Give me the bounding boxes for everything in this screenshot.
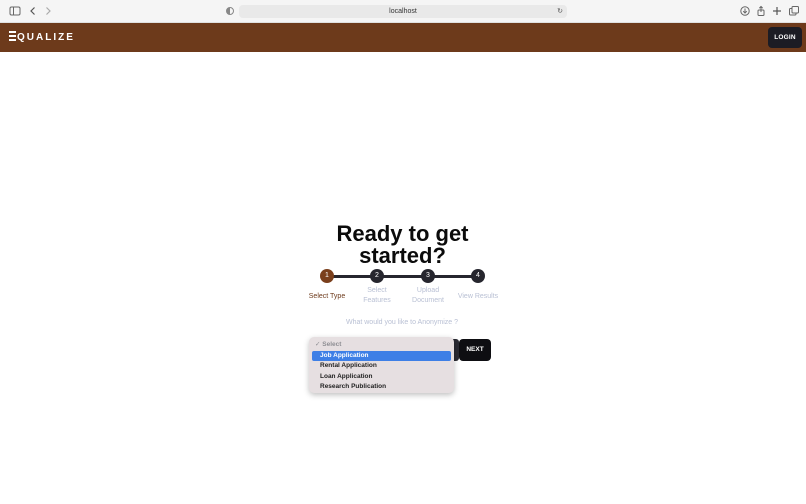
app-logo[interactable]: QUALIZE (9, 31, 75, 43)
dropdown-option-rental-application[interactable]: Rental Application (312, 361, 451, 372)
dropdown-option-research-publication[interactable]: Research Publication (312, 382, 451, 393)
url-text: localhost (389, 8, 417, 15)
login-button[interactable]: LOGIN (768, 27, 802, 48)
reload-icon[interactable]: ↻ (557, 5, 563, 18)
step-1-label: Select Type (308, 293, 346, 300)
dropdown-option-loan-application[interactable]: Loan Application (312, 372, 451, 383)
back-icon[interactable] (27, 5, 39, 17)
step-1-circle[interactable]: 1 (320, 269, 334, 283)
document-type-dropdown[interactable]: ✓ Select Job Application Rental Applicat… (309, 337, 454, 393)
new-tab-icon[interactable] (771, 5, 783, 17)
logo-e-icon (9, 31, 16, 41)
step-2-circle[interactable]: 2 (370, 269, 384, 283)
downloads-icon[interactable] (739, 5, 751, 17)
address-bar[interactable]: localhost ↻ (239, 5, 567, 18)
dropdown-option-job-application[interactable]: Job Application (312, 350, 451, 361)
next-button[interactable]: NEXT (459, 339, 491, 361)
step-3-label: Upload Document (412, 287, 444, 304)
dropdown-option-select[interactable]: ✓ Select (312, 340, 451, 351)
step-4-circle[interactable]: 4 (471, 269, 485, 283)
headline-line-1: Ready to get (336, 221, 469, 246)
logo-text: QUALIZE (17, 32, 75, 43)
step-4-label: View Results (457, 293, 499, 300)
page-headline: Ready to get started? (300, 223, 505, 267)
app-navbar: QUALIZE (0, 23, 806, 52)
headline-line-2: started? (359, 243, 446, 268)
privacy-shield-icon[interactable] (224, 5, 236, 17)
step-2-label: Select Features (363, 287, 391, 304)
progress-stepper: 1 2 3 4 Select Type Select Features Uplo… (300, 268, 510, 308)
anonymize-question: What would you like to Anonymize ? (345, 319, 459, 326)
step-3-circle[interactable]: 3 (421, 269, 435, 283)
browser-toolbar: localhost ↻ (0, 0, 806, 23)
sidebar-toggle-icon[interactable] (9, 5, 21, 17)
share-icon[interactable] (755, 5, 767, 17)
tab-overview-icon[interactable] (788, 5, 800, 17)
forward-icon[interactable] (42, 5, 54, 17)
